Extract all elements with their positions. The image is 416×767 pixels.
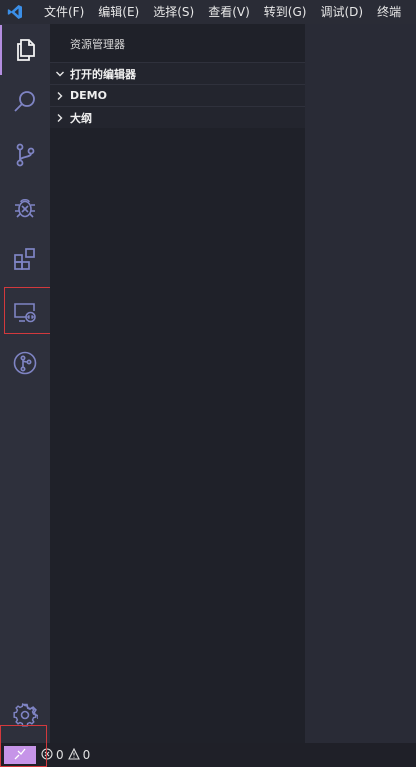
section-label: 打开的编辑器 xyxy=(70,67,136,81)
problems-status[interactable]: 0 0 xyxy=(41,747,91,763)
activity-search[interactable] xyxy=(0,77,50,127)
status-bar: 0 0 xyxy=(0,743,416,767)
section-open-editors[interactable]: 打开的编辑器 xyxy=(50,62,305,84)
error-count: 0 xyxy=(56,748,64,762)
menu-view[interactable]: 查看(V) xyxy=(201,0,257,24)
editor-area[interactable] xyxy=(305,24,416,743)
activity-extensions[interactable] xyxy=(0,234,50,284)
warning-icon xyxy=(67,747,80,763)
activity-explorer[interactable] xyxy=(0,25,50,75)
section-label: DEMO xyxy=(70,89,107,102)
menu-debug[interactable]: 调试(D) xyxy=(313,0,370,24)
activity-bar xyxy=(0,24,50,743)
section-demo[interactable]: DEMO xyxy=(50,84,305,106)
menu-edit[interactable]: 编辑(E) xyxy=(91,0,146,24)
source-control-icon xyxy=(12,142,38,168)
section-label: 大纲 xyxy=(70,111,92,125)
git-graph-icon xyxy=(12,350,38,376)
chevron-right-icon xyxy=(50,113,70,123)
activity-debug[interactable] xyxy=(0,182,50,232)
menu-terminal[interactable]: 终端 xyxy=(370,0,408,24)
sidebar-title: 资源管理器 xyxy=(70,38,125,51)
remote-status-highlight-box xyxy=(0,725,47,767)
debug-icon xyxy=(12,194,38,220)
explorer-icon xyxy=(13,37,39,63)
warning-count: 0 xyxy=(82,748,91,762)
activity-git-graph[interactable] xyxy=(0,338,50,388)
menu-file[interactable]: 文件(F) xyxy=(30,0,91,24)
search-icon xyxy=(12,89,38,115)
menu-go[interactable]: 转到(G) xyxy=(257,0,314,24)
chevron-right-icon xyxy=(50,91,70,101)
menu-selection[interactable]: 选择(S) xyxy=(146,0,201,24)
explorer-sidebar: 资源管理器 打开的编辑器 DEMO 大纲 xyxy=(50,24,305,743)
activity-source-control[interactable] xyxy=(0,130,50,180)
extensions-icon xyxy=(12,246,38,272)
vscode-logo-icon xyxy=(0,0,30,24)
section-outline[interactable]: 大纲 xyxy=(50,106,305,128)
chevron-down-icon xyxy=(50,69,70,79)
menu-bar: 文件(F) 编辑(E) 选择(S) 查看(V) 转到(G) 调试(D) 终端 xyxy=(0,0,416,24)
